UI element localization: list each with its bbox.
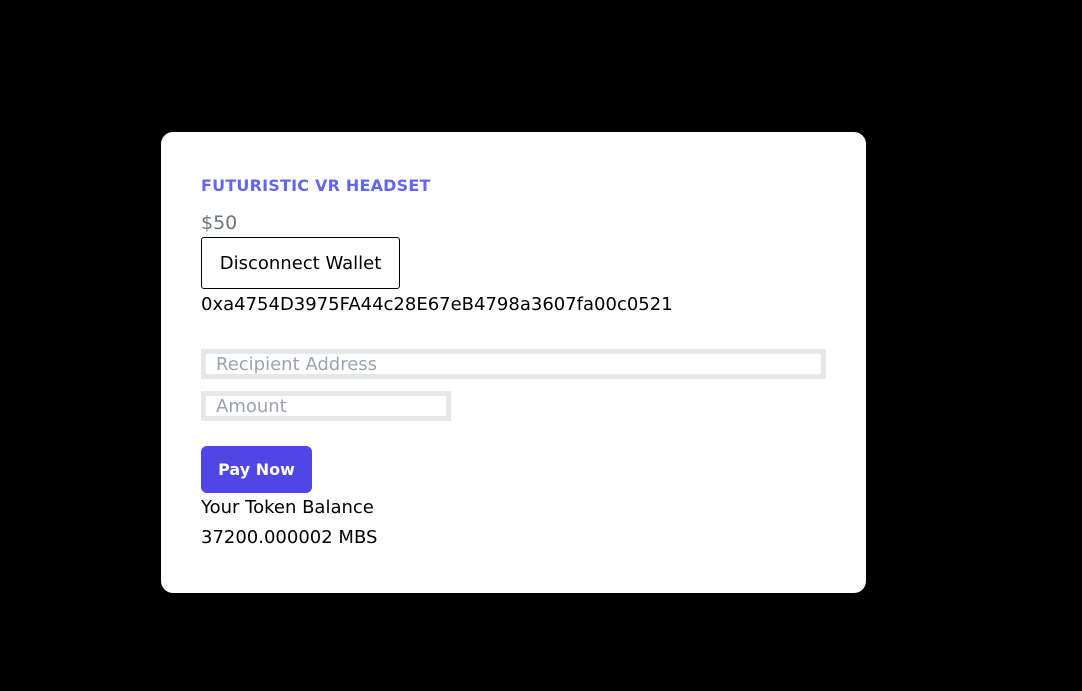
payment-card: FUTURISTIC VR HEADSET $50 Disconnect Wal… <box>161 132 866 593</box>
token-balance-label: Your Token Balance <box>201 497 374 518</box>
disconnect-wallet-button[interactable]: Disconnect Wallet <box>201 237 400 289</box>
wallet-address: 0xa4754D3975FA44c28E67eB4798a3607fa00c05… <box>201 294 673 315</box>
token-balance-value: 37200.000002 MBS <box>201 527 378 548</box>
product-price: $50 <box>201 212 238 234</box>
recipient-address-input[interactable] <box>201 349 826 379</box>
pay-now-button[interactable]: Pay Now <box>201 446 312 493</box>
amount-input[interactable] <box>201 391 451 421</box>
product-title: FUTURISTIC VR HEADSET <box>201 176 431 195</box>
